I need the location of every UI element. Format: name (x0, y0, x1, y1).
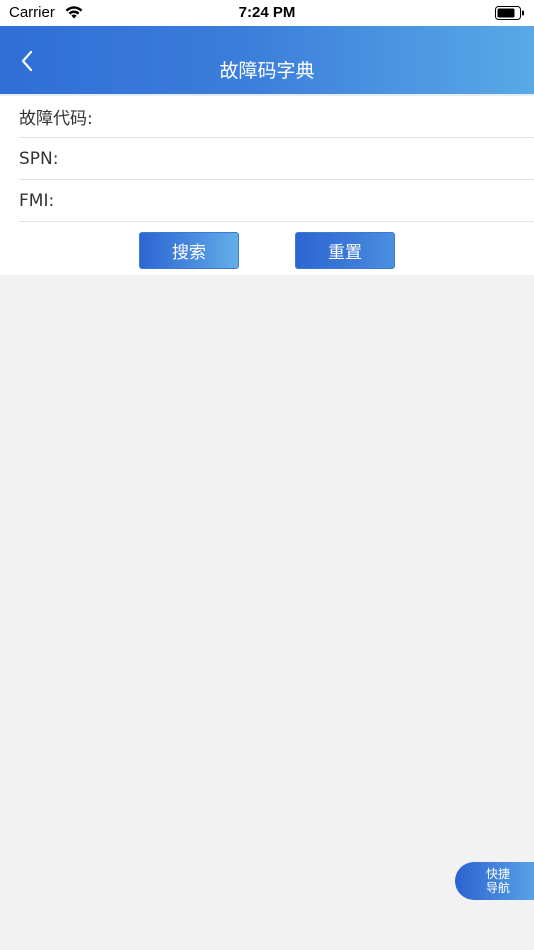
quick-nav-label-line1: 快捷 (486, 867, 511, 881)
battery-icon (495, 6, 524, 20)
search-form: 故障代码: SPN: FMI: 搜索 重置 (0, 96, 534, 275)
fmi-input[interactable] (54, 182, 534, 219)
quick-nav-button[interactable]: 快捷 导航 (455, 862, 534, 900)
spn-input[interactable] (58, 140, 534, 177)
fmi-row: FMI: (19, 180, 534, 222)
status-time: 7:24 PM (238, 4, 296, 21)
spn-row: SPN: (19, 138, 534, 180)
fault-code-input[interactable] (92, 98, 534, 135)
search-button[interactable]: 搜索 (139, 232, 239, 269)
fault-code-label: 故障代码: (19, 109, 93, 129)
status-bar: Carrier 7:24 PM (0, 0, 534, 26)
fault-code-row: 故障代码: (19, 96, 534, 138)
spn-label: SPN: (19, 148, 59, 169)
nav-bar: 故障码字典 (0, 26, 534, 94)
quick-nav-label-line2: 导航 (486, 881, 511, 895)
page-title: 故障码字典 (219, 60, 315, 82)
fmi-label: FMI: (19, 190, 55, 211)
reset-button[interactable]: 重置 (295, 232, 395, 269)
